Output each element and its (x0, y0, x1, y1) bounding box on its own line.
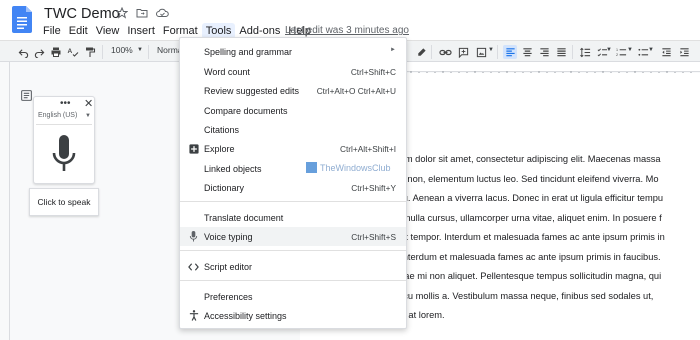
svg-text:1: 1 (616, 48, 618, 52)
close-icon[interactable]: ✕ (84, 97, 93, 110)
menu-item-review-suggested-edits[interactable]: Review suggested edits Ctrl+Alt+O Ctrl+A… (180, 81, 406, 100)
shortcut: Ctrl+Shift+S (351, 232, 396, 242)
menu-item-script-editor[interactable]: Script editor (180, 257, 406, 276)
shortcut: Ctrl+Alt+Shift+I (339, 144, 396, 154)
document-line: tur at lorem. (395, 310, 445, 320)
document-title[interactable]: TWC Demo (44, 6, 120, 22)
microphone-button-icon[interactable] (51, 135, 77, 175)
toolbar-divider (148, 45, 149, 59)
document-line: sum dolor sit amet, consectetur adipisci… (395, 154, 661, 164)
zoom-chevron-down-icon[interactable]: ▼ (137, 47, 143, 53)
justify-icon[interactable] (554, 45, 568, 59)
tools-menu: Spelling and grammar ► Word count Ctrl+S… (179, 37, 407, 329)
menu-view[interactable]: View (92, 23, 124, 39)
menu-item-voice-typing[interactable]: Voice typing Ctrl+Shift+S (180, 227, 406, 246)
menu-item-dictionary[interactable]: Dictionary Ctrl+Shift+Y (180, 178, 406, 197)
line-spacing-icon[interactable] (578, 45, 592, 59)
insert-link-icon[interactable] (438, 45, 452, 59)
shortcut: Ctrl+Shift+Y (351, 183, 396, 193)
checklist-chevron-down-icon[interactable]: ▼ (606, 47, 612, 53)
divider (36, 124, 92, 125)
spellcheck-icon[interactable]: A (66, 45, 80, 59)
shortcut: Ctrl+Shift+C (350, 67, 396, 77)
add-comment-icon[interactable] (456, 45, 470, 59)
submenu-arrow-icon: ► (390, 47, 396, 53)
align-right-icon[interactable] (537, 45, 551, 59)
document-line: rcu. Aenean a viverra lacus. Donec in er… (395, 193, 664, 203)
menu-item-explore[interactable]: Explore Ctrl+Alt+Shift+I (180, 139, 406, 158)
increase-indent-icon[interactable] (677, 45, 691, 59)
bulleted-list-chevron-down-icon[interactable]: ▼ (648, 47, 654, 53)
document-body[interactable]: sum dolor sit amet, consectetur adipisci… (395, 150, 700, 326)
explore-icon (188, 143, 199, 154)
document-line: . Interdum et malesuada fames ac ante ip… (395, 251, 661, 262)
star-icon[interactable] (115, 6, 129, 20)
menu-divider (180, 201, 406, 202)
highlight-pen-icon[interactable] (414, 45, 428, 59)
decrease-indent-icon[interactable] (659, 45, 673, 59)
more-options-icon[interactable]: ••• (60, 98, 71, 109)
redo-icon[interactable] (32, 45, 46, 59)
align-center-icon[interactable] (520, 45, 534, 59)
vertical-ruler[interactable] (0, 62, 10, 340)
microphone-icon (188, 231, 199, 242)
voice-typing-widget: ••• ✕ English (US) ▼ (33, 96, 95, 184)
toolbar-divider (572, 45, 573, 59)
image-chevron-down-icon[interactable]: ▼ (488, 47, 494, 53)
watermark: TheWindowsClub (306, 162, 391, 173)
click-to-speak-tooltip: Click to speak (29, 188, 99, 216)
document-outline-icon[interactable] (20, 89, 33, 102)
numbered-list-chevron-down-icon[interactable]: ▼ (627, 47, 633, 53)
menu-divider (180, 250, 406, 251)
svg-text:A: A (68, 48, 73, 55)
shortcut: Ctrl+Alt+O Ctrl+Alt+U (316, 86, 396, 96)
document-line: vitae mi non aliquet. Pellentesque tempu… (395, 271, 662, 281)
align-left-icon[interactable] (503, 45, 517, 59)
document-line: et nulla cursus, ullamcorper urna vitae,… (395, 212, 662, 223)
menu-item-word-count[interactable]: Word count Ctrl+Shift+C (180, 62, 406, 81)
print-icon[interactable] (49, 45, 63, 59)
menu-item-citations[interactable]: Citations (180, 120, 406, 139)
toolbar-divider (431, 45, 432, 59)
menu-edit[interactable]: Edit (65, 23, 92, 39)
menu-item-preferences[interactable]: Preferences (180, 287, 406, 306)
watermark-logo-icon (306, 162, 317, 173)
document-line: ex non, elementum luctus leo. Sed tincid… (395, 173, 659, 184)
voice-language-select[interactable]: English (US) (38, 112, 77, 119)
watermark-text: TheWindowsClub (320, 162, 391, 173)
toolbar-divider (102, 45, 103, 59)
move-folder-icon[interactable] (135, 6, 149, 20)
header: TWC Demo File Edit View Insert Format To… (0, 0, 700, 40)
document-line: get tempor. Interdum et malesuada fames … (395, 232, 665, 242)
chevron-down-icon[interactable]: ▼ (85, 113, 91, 119)
menu-divider (180, 280, 406, 281)
horizontal-ruler[interactable] (405, 62, 700, 75)
paint-format-icon[interactable] (83, 45, 97, 59)
accessibility-icon (188, 310, 199, 321)
svg-text:2: 2 (616, 53, 618, 57)
cloud-saved-icon[interactable] (155, 6, 169, 20)
last-edit-link[interactable]: Last edit was 3 minutes ago (285, 25, 409, 36)
toolbar-divider (497, 45, 498, 59)
undo-icon[interactable] (16, 45, 30, 59)
menu-insert[interactable]: Insert (123, 23, 159, 39)
menu-item-compare-documents[interactable]: Compare documents (180, 101, 406, 120)
zoom-select[interactable]: 100% (111, 45, 133, 55)
code-icon (188, 261, 199, 272)
document-line: arcu mollis a. Vestibulum massa neque, f… (395, 290, 654, 301)
menu-item-spelling-grammar[interactable]: Spelling and grammar ► (180, 42, 406, 61)
menu-item-translate-document[interactable]: Translate document (180, 208, 406, 227)
menu-item-accessibility-settings[interactable]: Accessibility settings (180, 306, 406, 325)
numbered-list-icon[interactable]: 12 (614, 45, 628, 59)
google-docs-logo-icon[interactable] (12, 6, 32, 33)
insert-image-icon[interactable] (474, 45, 488, 59)
menu-file[interactable]: File (39, 23, 65, 39)
